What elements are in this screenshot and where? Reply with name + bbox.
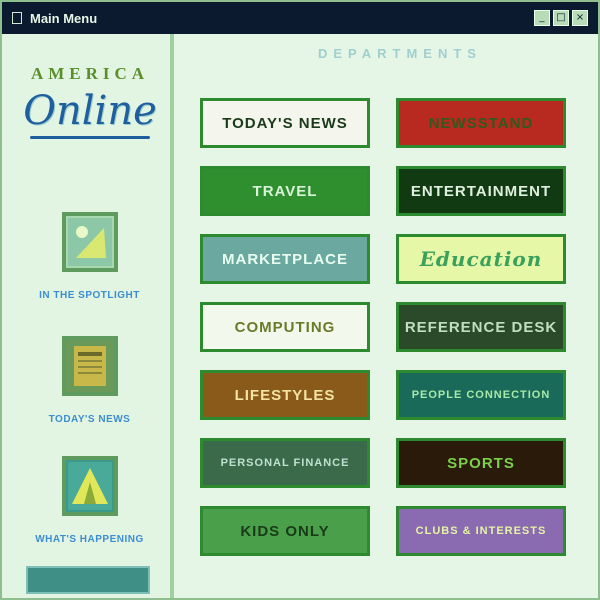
page-title: DEPARTMENTS: [318, 46, 482, 61]
department-tile[interactable]: PERSONAL FINANCE: [200, 438, 370, 488]
department-tile[interactable]: MARKETPLACE: [200, 234, 370, 284]
department-tile-label[interactable]: Education: [420, 247, 543, 271]
department-tile[interactable]: TODAY'S NEWS: [200, 98, 370, 148]
department-tile-label[interactable]: KIDS ONLY: [240, 523, 329, 540]
window-controls: _ □ ×: [534, 10, 588, 26]
department-tile-label[interactable]: TRAVEL: [253, 183, 318, 200]
logo-top-text: AMERICA: [30, 64, 150, 83]
department-tile[interactable]: COMPUTING: [200, 302, 370, 352]
department-tile-label[interactable]: ENTERTAINMENT: [411, 183, 551, 200]
department-tile-label[interactable]: TODAY'S NEWS: [222, 115, 348, 132]
department-tile-label[interactable]: LIFESTYLES: [235, 387, 336, 404]
title-bar[interactable]: Main Menu _ □ ×: [2, 2, 598, 34]
department-tile-label[interactable]: COMPUTING: [235, 319, 336, 336]
department-tile-label[interactable]: PEOPLE CONNECTION: [412, 389, 551, 401]
logo-underline: [30, 136, 150, 139]
sidebar-item-spotlight[interactable]: IN THE SPOTLIGHT: [22, 212, 157, 301]
sidebar-item-label[interactable]: WHAT'S HAPPENING: [22, 534, 157, 545]
sidebar-item-label[interactable]: IN THE SPOTLIGHT: [22, 290, 157, 301]
department-tile-label[interactable]: CLUBS & INTERESTS: [416, 525, 547, 537]
department-tile[interactable]: NEWSSTAND: [396, 98, 566, 148]
minimize-button[interactable]: _: [534, 10, 550, 26]
department-tile[interactable]: Education: [396, 234, 566, 284]
main-menu-window: Main Menu _ □ × AMERICA Online IN THE SP…: [0, 0, 600, 600]
america-online-logo: AMERICA Online: [20, 64, 160, 174]
newspaper-icon[interactable]: [61, 336, 118, 396]
department-tile[interactable]: SPORTS: [396, 438, 566, 488]
department-tile-label[interactable]: PERSONAL FINANCE: [221, 457, 350, 469]
department-tile[interactable]: CLUBS & INTERESTS: [396, 506, 566, 556]
sidebar: AMERICA Online IN THE SPOTLIGHT TODAY'S …: [2, 34, 174, 598]
department-tile-label[interactable]: MARKETPLACE: [222, 251, 348, 268]
close-button[interactable]: ×: [572, 10, 588, 26]
sidebar-item-label[interactable]: TODAY'S NEWS: [22, 414, 157, 425]
sidebar-item-news[interactable]: TODAY'S NEWS: [22, 336, 157, 425]
department-tile-label[interactable]: SPORTS: [447, 455, 515, 472]
department-tile-label[interactable]: REFERENCE DESK: [405, 319, 557, 336]
department-tile[interactable]: PEOPLE CONNECTION: [396, 370, 566, 420]
sidebar-bottom-button[interactable]: [26, 566, 150, 594]
department-tile[interactable]: LIFESTYLES: [200, 370, 370, 420]
maximize-button[interactable]: □: [553, 10, 569, 26]
spotlight-icon[interactable]: [61, 212, 118, 272]
logo-script-text: Online: [23, 88, 157, 134]
window-menu-icon[interactable]: [12, 12, 22, 24]
department-tile[interactable]: ENTERTAINMENT: [396, 166, 566, 216]
sidebar-item-happening[interactable]: WHAT'S HAPPENING: [22, 456, 157, 545]
main-panel: DEPARTMENTS TODAY'S NEWS NEWSSTAND TRAVEL E…: [178, 34, 598, 598]
department-tile[interactable]: KIDS ONLY: [200, 506, 370, 556]
department-tile[interactable]: REFERENCE DESK: [396, 302, 566, 352]
tent-icon[interactable]: [61, 456, 118, 516]
department-tile[interactable]: TRAVEL: [200, 166, 370, 216]
department-tile-label[interactable]: NEWSSTAND: [429, 115, 534, 132]
window-title: Main Menu: [30, 10, 98, 26]
